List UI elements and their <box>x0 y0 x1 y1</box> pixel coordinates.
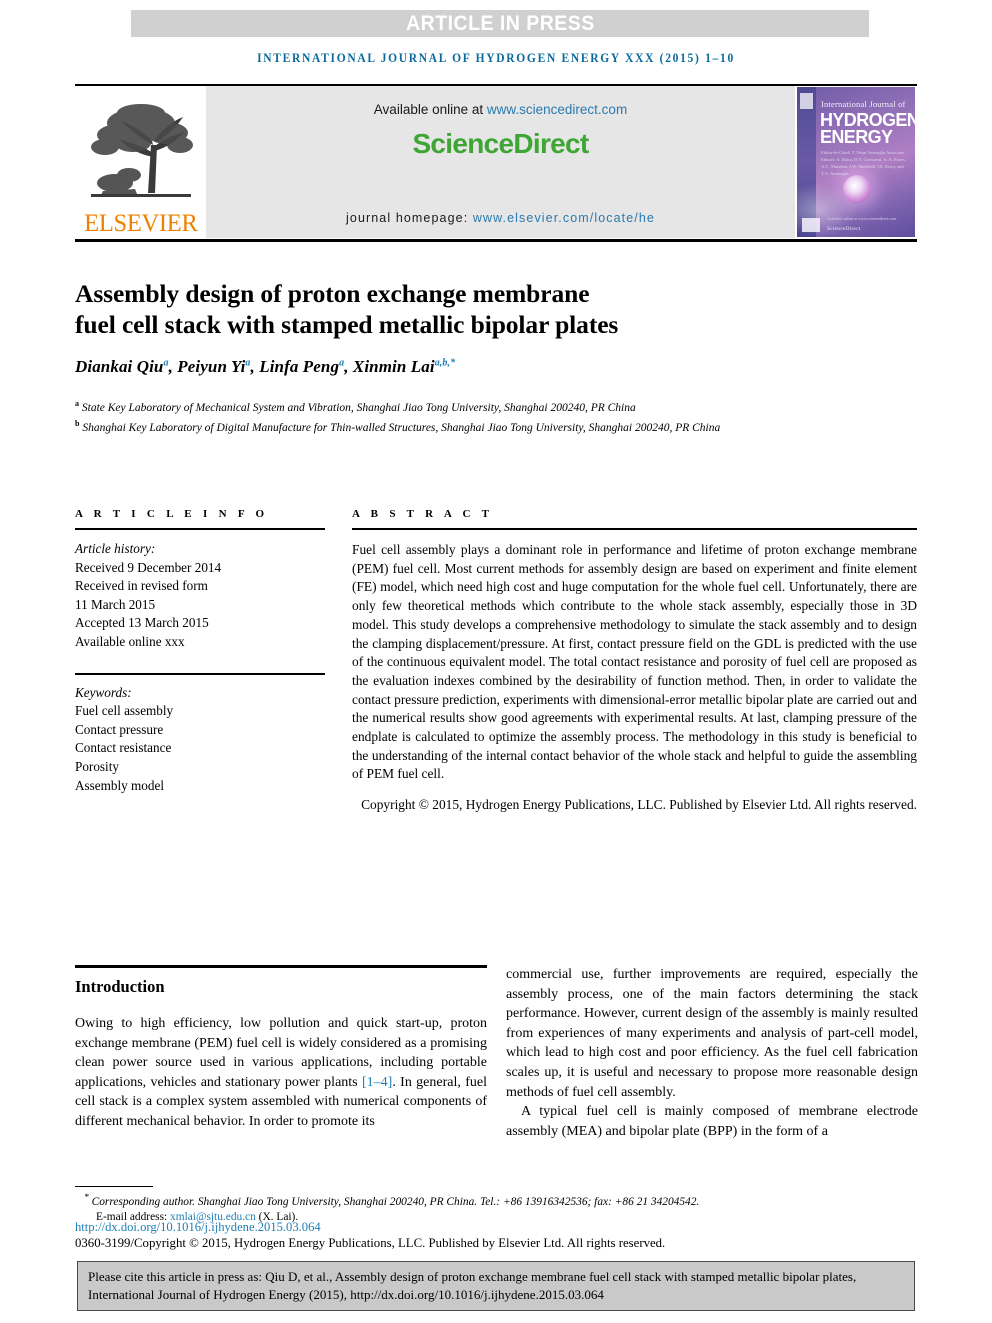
article-history-item: Received in revised form <box>75 578 208 594</box>
cover-footer-sciencedirect: ScienceDirect <box>827 226 861 232</box>
journal-cover-block: International Journal of HYDROGEN ENERGY… <box>795 86 917 238</box>
article-history-item: Received 9 December 2014 <box>75 559 222 575</box>
introduction-paragraph: A typical fuel cell is mainly composed o… <box>506 1104 918 1139</box>
article-in-press-label: ARTICLE IN PRESS <box>405 11 595 35</box>
affiliation-text: Shanghai Key Laboratory of Digital Manuf… <box>82 422 721 435</box>
journal-running-head: INTERNATIONAL JOURNAL OF HYDROGEN ENERGY… <box>257 52 735 66</box>
author-affiliation-marker: a,b,* <box>434 357 456 369</box>
available-online-prefix: Available online at <box>373 102 487 117</box>
keyword-item: Assembly model <box>75 777 165 793</box>
cite-this-article-box: Please cite this article in press as: Qi… <box>77 1261 915 1311</box>
article-in-press-banner: ARTICLE IN PRESS <box>131 10 869 37</box>
cover-footer-mark-icon <box>802 218 820 232</box>
author-name[interactable]: Xinmin Lai <box>353 357 435 376</box>
article-title-line1: Assembly design of proton exchange membr… <box>75 279 590 309</box>
keywords-rule <box>75 672 325 675</box>
masthead-bottom-rule <box>75 239 917 242</box>
affiliation-marker: b <box>75 419 80 429</box>
journal-homepage-link[interactable]: www.elsevier.com/locate/he <box>473 211 655 225</box>
abstract-heading: A B S T R A C T <box>352 508 494 520</box>
keywords-label: Keywords: <box>75 684 132 700</box>
abstract-copyright: Copyright © 2015, Hydrogen Energy Public… <box>361 797 917 813</box>
elsevier-logo-block: ELSEVIER <box>75 86 206 238</box>
footnote-rule <box>75 1186 153 1187</box>
sciencedirect-logo-direct: Direct <box>513 128 589 159</box>
author-affiliation-marker: a <box>163 357 169 369</box>
article-info-rule <box>75 528 325 530</box>
sciencedirect-logo-science: Science <box>412 128 514 159</box>
affiliation-item: a State Key Laboratory of Mechanical Sys… <box>75 396 865 416</box>
article-title-line2: fuel cell stack with stamped metallic bi… <box>75 310 619 340</box>
citation-reference-link[interactable]: [1–4] <box>362 1075 392 1090</box>
sciencedirect-logo[interactable]: ScienceDirect <box>412 128 589 160</box>
author-affiliation-marker: a <box>245 357 251 369</box>
article-history-label: Article history: <box>75 541 156 556</box>
issn-copyright-line: 0360-3199/Copyright © 2015, Hydrogen Ene… <box>75 1236 666 1250</box>
introduction-left-column: Owing to high efficiency, low pollution … <box>75 1014 487 1132</box>
article-info-heading: A R T I C L E I N F O <box>75 508 269 520</box>
cover-editors: Editor-in-Chief: T. Nejat Veziroğlu Asso… <box>821 150 906 177</box>
introduction-rule <box>75 965 487 968</box>
article-history-item: Accepted 13 March 2015 <box>75 615 209 631</box>
article-info-column: A R T I C L E I N F O Article history: R… <box>75 508 325 795</box>
corresponding-author-text: Corresponding author. Shanghai Jiao Tong… <box>91 1195 700 1208</box>
keyword-item: Contact resistance <box>75 740 172 756</box>
abstract-text: Fuel cell assembly plays a dominant role… <box>352 542 917 782</box>
author-affiliation-marker: a <box>339 357 345 369</box>
corresponding-author-marker: * <box>84 1193 89 1203</box>
introduction-paragraph: commercial use, further improvements are… <box>506 967 918 1100</box>
article-history-block: Article history: Received 9 December 201… <box>75 540 325 652</box>
sciencedirect-url-link[interactable]: www.sciencedirect.com <box>487 102 627 117</box>
cover-title-energy: ENERGY <box>820 127 893 147</box>
affiliation-marker: a <box>75 399 79 408</box>
introduction-heading: Introduction <box>75 977 165 996</box>
article-history-item: 11 March 2015 <box>75 596 156 612</box>
cover-footer-note: Available online at www.sciencedirect.co… <box>827 216 897 221</box>
keywords-block: Keywords: Fuel cell assembly Contact pre… <box>75 684 325 796</box>
affiliation-list: a State Key Laboratory of Mechanical Sys… <box>75 396 865 437</box>
cover-sphere-decoration <box>843 175 871 203</box>
journal-cover-image: International Journal of HYDROGEN ENERGY… <box>797 87 915 237</box>
affiliation-item: b Shanghai Key Laboratory of Digital Man… <box>75 416 865 436</box>
keyword-item: Contact pressure <box>75 721 164 737</box>
corresponding-author-note: * Corresponding author. Shanghai Jiao To… <box>84 1191 914 1210</box>
cover-elsevier-mark-icon <box>800 93 813 109</box>
sciencedirect-block: Available online at www.sciencedirect.co… <box>206 86 795 238</box>
elsevier-wordmark: ELSEVIER <box>83 210 198 237</box>
keyword-item: Fuel cell assembly <box>75 703 174 719</box>
doi-link[interactable]: http://dx.doi.org/10.1016/j.ijhydene.201… <box>75 1220 321 1235</box>
article-history-item: Available online xxx <box>75 633 185 649</box>
author-name[interactable]: Diankai Qiu <box>75 357 163 376</box>
affiliation-text: State Key Laboratory of Mechanical Syste… <box>81 401 636 414</box>
elsevier-tree-icon <box>90 104 193 197</box>
journal-masthead: ELSEVIER Available online at www.science… <box>75 84 917 238</box>
cover-title-small: International Journal of <box>821 99 906 109</box>
article-title: Assembly design of proton exchange membr… <box>75 278 835 340</box>
author-name[interactable]: Peiyun Yi <box>177 357 245 376</box>
abstract-column: A B S T R A C T Fuel cell assembly plays… <box>352 508 917 815</box>
journal-homepage-prefix: journal homepage: <box>346 211 473 225</box>
author-name[interactable]: Linfa Peng <box>259 357 339 376</box>
available-online-line: Available online at www.sciencedirect.co… <box>374 102 627 117</box>
author-list: Diankai Qiua, Peiyun Yia, Linfa Penga, X… <box>75 357 456 376</box>
introduction-right-column: commercial use, further improvements are… <box>506 965 918 1141</box>
journal-homepage-line: journal homepage: www.elsevier.com/locat… <box>206 211 795 225</box>
abstract-rule <box>352 528 917 530</box>
keyword-item: Porosity <box>75 758 119 774</box>
